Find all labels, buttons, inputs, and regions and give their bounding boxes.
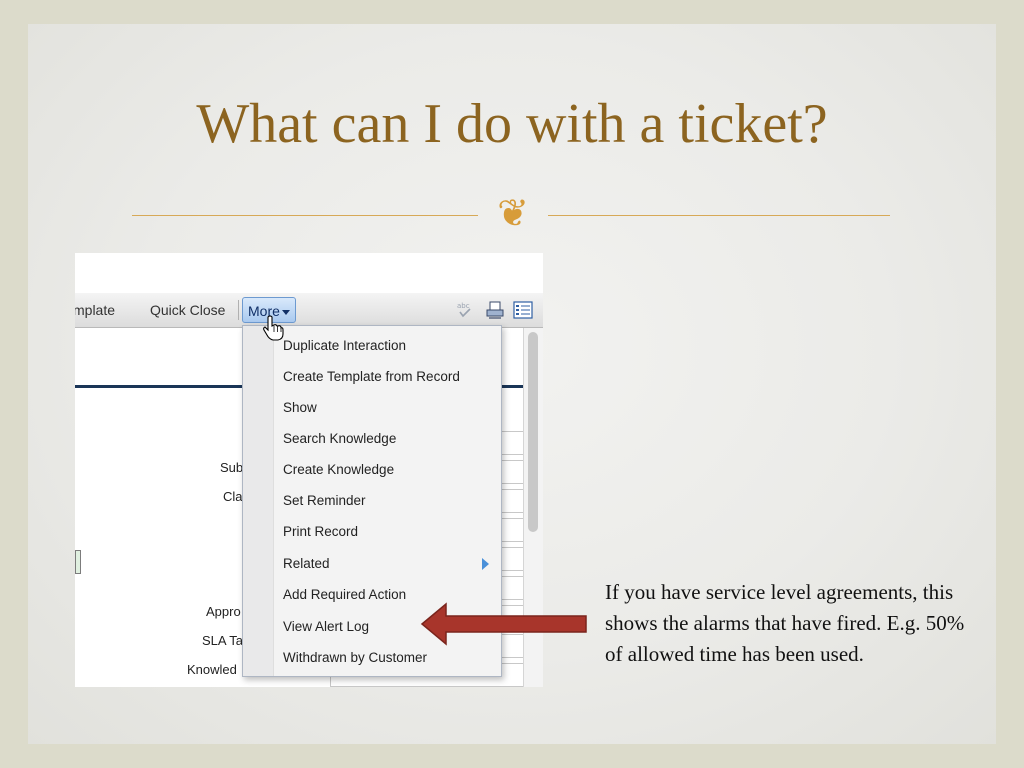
menu-item-duplicate-interaction[interactable]: Duplicate Interaction	[283, 338, 406, 353]
hand-cursor-icon	[263, 315, 284, 341]
menu-item-add-required-action[interactable]: Add Required Action	[283, 587, 406, 602]
toolbar-separator	[238, 300, 239, 320]
menu-item-related[interactable]: Related	[283, 556, 330, 571]
form-icon-button[interactable]	[75, 550, 81, 574]
slide-title: What can I do with a ticket?	[196, 93, 828, 155]
menu-item-create-knowledge[interactable]: Create Knowledge	[283, 462, 394, 477]
menu-item-show[interactable]: Show	[283, 400, 317, 415]
form-label-subject: Sub	[220, 460, 244, 475]
title-divider-right	[548, 215, 890, 216]
menu-item-print-record[interactable]: Print Record	[283, 524, 358, 539]
ticket-toolbar: mplate Quick Close More abc	[75, 293, 543, 328]
form-label-knowledge: Knowled	[187, 662, 237, 677]
explanation-text: If you have service level agreements, th…	[605, 580, 965, 666]
callout-arrow-icon	[420, 602, 587, 646]
submenu-arrow-icon	[482, 558, 489, 570]
form-label-class: Cla	[223, 489, 243, 504]
menu-item-create-template[interactable]: Create Template from Record	[283, 369, 460, 384]
print-icon[interactable]	[485, 300, 505, 320]
form-label-sla: SLA Ta	[202, 633, 243, 648]
menu-item-view-alert-log[interactable]: View Alert Log	[283, 619, 369, 634]
svg-text:abc: abc	[457, 302, 470, 310]
spellcheck-icon[interactable]: abc	[455, 300, 475, 320]
flourish-icon: ❦	[497, 191, 529, 235]
list-icon[interactable]	[513, 300, 533, 320]
menu-item-search-knowledge[interactable]: Search Knowledge	[283, 431, 396, 446]
toolbar-button-template[interactable]: mplate	[75, 302, 115, 318]
menu-item-set-reminder[interactable]: Set Reminder	[283, 493, 366, 508]
menu-item-withdrawn-by-customer[interactable]: Withdrawn by Customer	[283, 650, 427, 665]
title-divider-left	[132, 215, 478, 216]
form-label-approval: Appro	[206, 604, 241, 619]
scrollbar-thumb[interactable]	[528, 332, 538, 532]
menu-icon-column	[243, 326, 274, 676]
toolbar-button-quick-close[interactable]: Quick Close	[150, 302, 225, 318]
